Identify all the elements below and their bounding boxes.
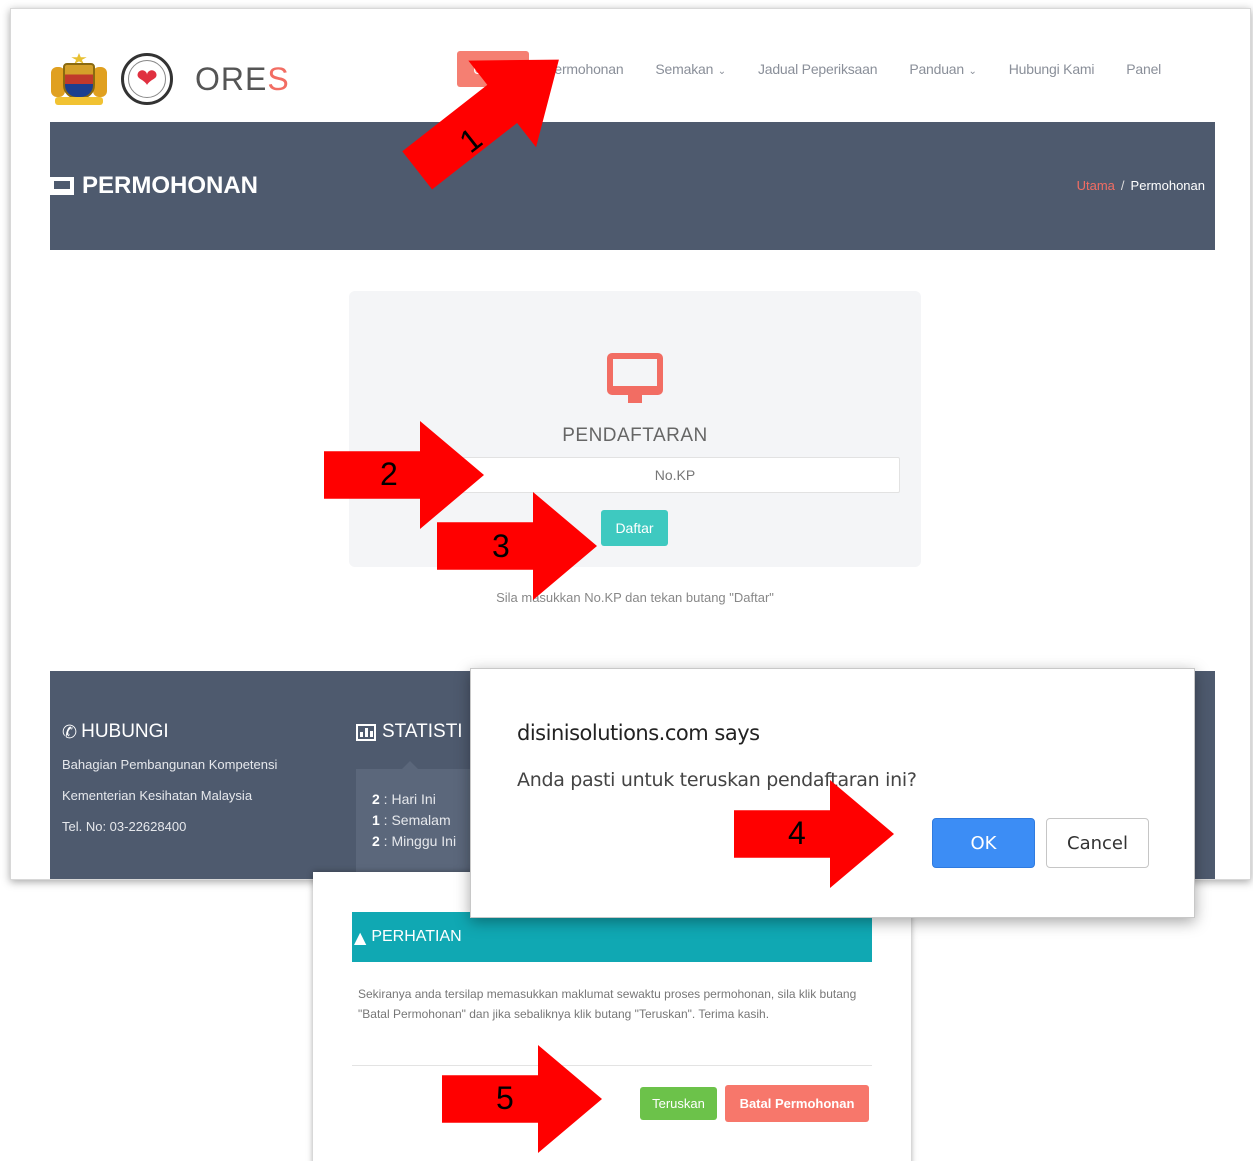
dialog-title: disinisolutions.com says bbox=[517, 721, 760, 745]
footer-statistics: STATISTI bbox=[356, 721, 463, 743]
logo-area[interactable]: ❤ ORES bbox=[49, 53, 290, 105]
desktop-icon bbox=[607, 353, 663, 403]
stat-item: 2 : Hari Ini bbox=[372, 791, 436, 807]
contact-line: Tel. No: 03-22628400 bbox=[62, 819, 187, 834]
stat-item: 2 : Minggu Ini bbox=[372, 833, 457, 849]
stats-heading: STATISTI bbox=[382, 721, 463, 742]
breadcrumb: Utama / Permohonan bbox=[1076, 178, 1205, 193]
stat-item: 1 : Semalam bbox=[372, 812, 451, 828]
notice-heading: PERHATIAN bbox=[371, 928, 462, 945]
notice-message: Sekiranya anda tersilap memasukkan maklu… bbox=[358, 987, 857, 1021]
ok-button[interactable]: OK bbox=[932, 818, 1035, 868]
registration-card: PENDAFTARAN Daftar bbox=[349, 291, 921, 567]
desktop-icon bbox=[50, 177, 74, 195]
breadcrumb-utama-link[interactable]: Utama bbox=[1077, 178, 1115, 193]
contact-heading: HUBUNGI bbox=[81, 721, 169, 742]
bar-chart-icon bbox=[356, 723, 376, 741]
dialog-message: Anda pasti untuk teruskan pendaftaran in… bbox=[517, 769, 917, 791]
stats-list: 2 : Hari Ini 1 : Semalam 2 : Minggu Ini bbox=[372, 789, 456, 852]
contact-line: Kementerian Kesihatan Malaysia bbox=[62, 788, 253, 803]
step-3-label: 3 bbox=[492, 528, 510, 564]
batal-permohonan-button[interactable]: Batal Permohonan bbox=[725, 1085, 869, 1122]
malaysia-crest-logo bbox=[49, 53, 109, 105]
brand-name: ORES bbox=[195, 60, 290, 97]
nav-panduan[interactable]: Panduan ⌄ bbox=[893, 51, 992, 87]
no-kp-input[interactable] bbox=[450, 457, 900, 493]
nav-jadual-peperiksaan[interactable]: Jadual Peperiksaan bbox=[742, 51, 893, 87]
registration-hint: Sila masukkan No.KP dan tekan butang "Da… bbox=[496, 590, 774, 605]
breadcrumb-current: Permohonan bbox=[1130, 178, 1205, 193]
nav-hubungi-kami[interactable]: Hubungi Kami bbox=[993, 51, 1111, 87]
chevron-down-icon: ⌄ bbox=[715, 66, 726, 77]
phone-icon: ✆ bbox=[62, 721, 78, 743]
step-4-label: 4 bbox=[788, 815, 806, 851]
contact-line: Bahagian Pembangunan Kompetensi bbox=[62, 757, 278, 772]
nav-semakan[interactable]: Semakan ⌄ bbox=[639, 51, 742, 87]
warning-icon: ▲ bbox=[354, 927, 367, 947]
step-5-label: 5 bbox=[496, 1080, 514, 1116]
page-header: PERMOHONAN Utama / Permohonan bbox=[50, 122, 1215, 250]
teruskan-button[interactable]: Teruskan bbox=[640, 1087, 717, 1120]
page-title: PERMOHONAN bbox=[50, 172, 258, 200]
chevron-down-icon: ⌄ bbox=[965, 66, 977, 77]
cancel-button[interactable]: Cancel bbox=[1046, 818, 1149, 868]
divider bbox=[352, 1065, 872, 1066]
footer-contact: ✆ HUBUNGI Bahagian Pembangunan Kompetensi… bbox=[62, 721, 277, 834]
daftar-button[interactable]: Daftar bbox=[601, 510, 668, 546]
notice-heading-bar: ▲ PERHATIAN bbox=[352, 912, 872, 962]
nav-panel[interactable]: Panel bbox=[1110, 51, 1177, 87]
step-2-label: 2 bbox=[380, 456, 398, 492]
ministry-seal-logo: ❤ bbox=[121, 53, 173, 105]
